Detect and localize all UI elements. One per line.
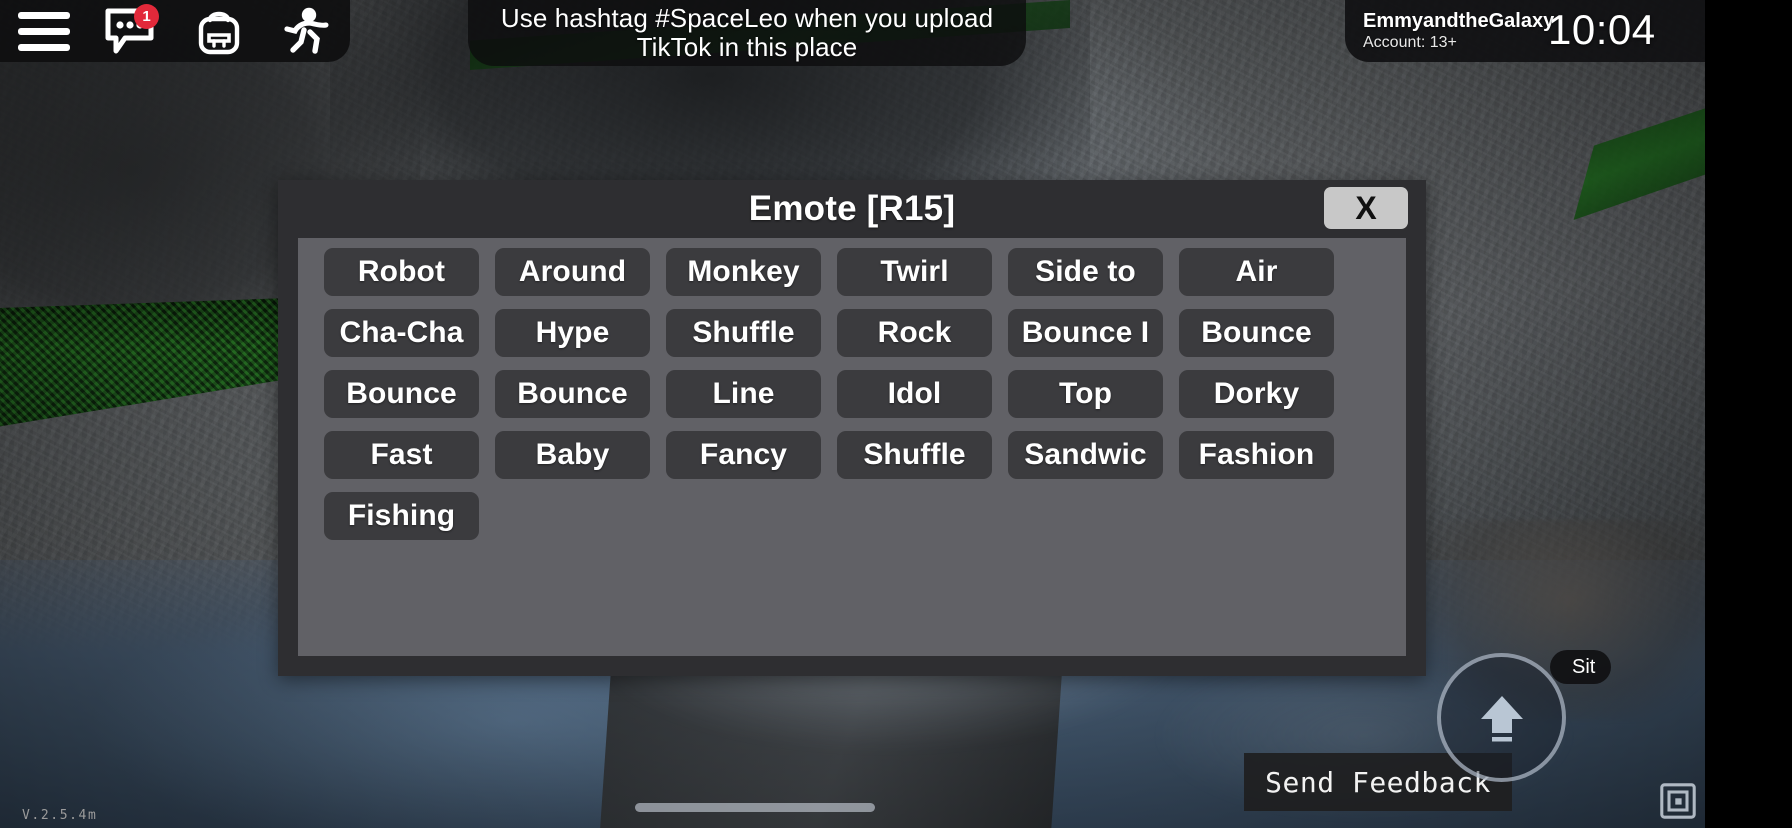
jump-button[interactable] xyxy=(1437,653,1566,782)
emote-option-button[interactable]: Bounce xyxy=(1179,309,1334,357)
system-clock: 10:04 xyxy=(1548,6,1656,53)
emote-option-button[interactable]: Bounce I xyxy=(1008,309,1163,357)
inventory-button[interactable] xyxy=(175,0,263,62)
emote-person-icon xyxy=(284,7,329,54)
emote-option-button[interactable]: Top xyxy=(1008,370,1163,418)
chat-button[interactable]: 1 xyxy=(88,0,176,62)
topbar-left-cluster: 1 xyxy=(0,0,350,62)
emote-option-button[interactable]: Twirl xyxy=(837,248,992,296)
emote-option-button[interactable]: Side to xyxy=(1008,248,1163,296)
emote-dialog-title: Emote [R15] xyxy=(748,189,956,228)
emote-row: Fast Baby Fancy Shuffle Sandwic Fashion xyxy=(298,431,1406,479)
emote-option-button[interactable]: Rock xyxy=(837,309,992,357)
letterbox-right xyxy=(1705,0,1792,828)
emote-option-button[interactable]: Fast xyxy=(324,431,479,479)
hashtag-banner-text: Use hashtag #SpaceLeo when you upload Ti… xyxy=(500,2,994,62)
emote-dialog: Emote [R15] X Robot Around Monkey Twirl Side… xyxy=(278,180,1426,676)
emote-option-button[interactable]: Fishing xyxy=(324,492,479,540)
game-screen: 1 Use hashtag #SpaceLeo when you upload … xyxy=(0,0,1792,828)
emote-option-button[interactable]: Sandwic xyxy=(1008,431,1163,479)
emote-row: Bounce Bounce Line Idol Top Dorky xyxy=(298,370,1406,418)
version-label: V.2.5.4m xyxy=(22,808,98,823)
emote-row: Fishing xyxy=(298,492,1406,540)
emote-button[interactable] xyxy=(263,0,351,62)
chat-unread-badge: 1 xyxy=(134,4,159,29)
emote-option-button[interactable]: Around xyxy=(495,248,650,296)
hashtag-banner: Use hashtag #SpaceLeo when you upload Ti… xyxy=(468,0,1026,66)
emote-option-button[interactable]: Line xyxy=(666,370,821,418)
emote-option-button[interactable]: Bounce xyxy=(324,370,479,418)
emote-dialog-header: Emote [R15] X xyxy=(278,180,1426,238)
emote-option-button[interactable]: Robot xyxy=(324,248,479,296)
emote-option-button[interactable]: Fancy xyxy=(666,431,821,479)
emote-row: Cha-Cha Hype Shuffle Rock Bounce I Bounce xyxy=(298,309,1406,357)
emote-option-button[interactable]: Monkey xyxy=(666,248,821,296)
menu-button[interactable] xyxy=(0,0,88,62)
roblox-logo-icon[interactable] xyxy=(1660,783,1696,819)
sit-label-chip[interactable]: Sit xyxy=(1550,650,1612,684)
emote-option-button[interactable]: Bounce xyxy=(495,370,650,418)
emote-option-button[interactable]: Shuffle xyxy=(666,309,821,357)
emote-list-panel[interactable]: Robot Around Monkey Twirl Side to Air Cha-Cha H… xyxy=(298,238,1406,656)
close-button[interactable]: X xyxy=(1324,187,1408,229)
emote-option-button[interactable]: Baby xyxy=(495,431,650,479)
sit-label: Sit xyxy=(1572,655,1596,678)
emote-option-button[interactable]: Shuffle xyxy=(837,431,992,479)
jump-up-arrow-icon xyxy=(1480,695,1523,741)
emote-row: Robot Around Monkey Twirl Side to Air xyxy=(298,248,1406,296)
emote-option-button[interactable]: Air xyxy=(1179,248,1334,296)
hamburger-menu-icon xyxy=(17,11,70,51)
emote-option-button[interactable]: Hype xyxy=(495,309,650,357)
emote-option-button[interactable]: Dorky xyxy=(1179,370,1334,418)
emote-option-button[interactable]: Fashion xyxy=(1179,431,1334,479)
emote-option-button[interactable]: Idol xyxy=(837,370,992,418)
home-indicator-bar[interactable] xyxy=(635,803,875,812)
backpack-icon xyxy=(198,11,239,55)
emote-option-button[interactable]: Cha-Cha xyxy=(324,309,479,357)
